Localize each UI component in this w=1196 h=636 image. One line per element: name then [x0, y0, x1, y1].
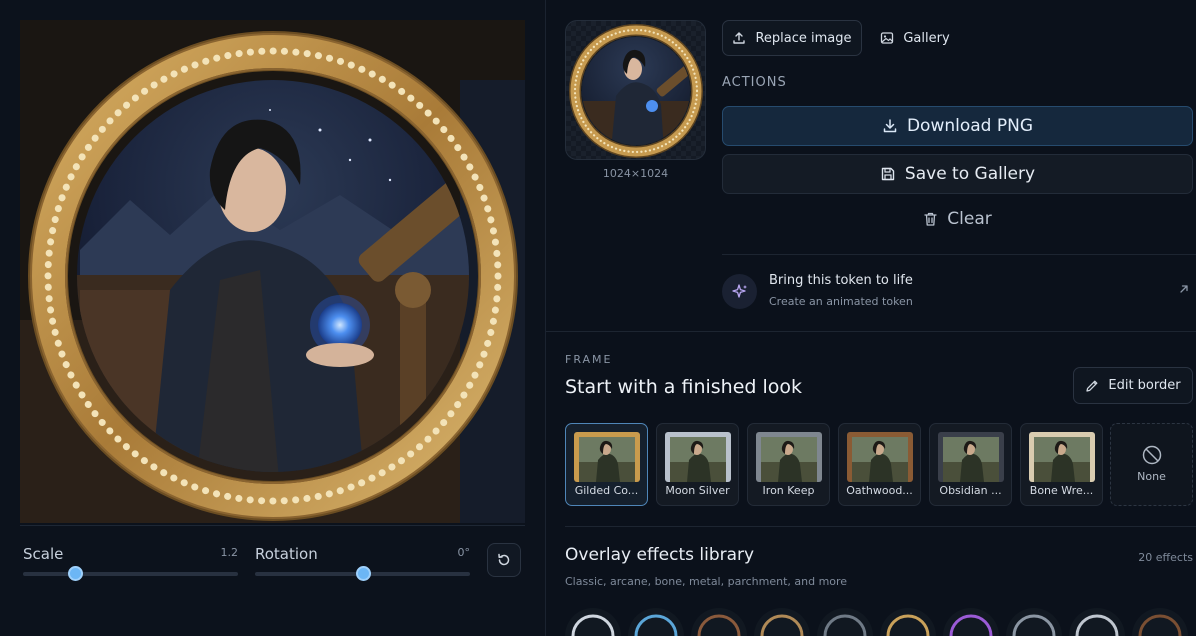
frame-preset-name: Moon Silver [665, 484, 730, 497]
overlay-effect-item[interactable] [565, 608, 621, 636]
overlay-effect-item[interactable] [1132, 608, 1188, 636]
overlay-effect-item[interactable] [1069, 608, 1125, 636]
canvas-divider [20, 525, 525, 526]
scale-slider-track[interactable] [23, 572, 238, 576]
frame-preset-card[interactable]: Gilded Co... [565, 423, 648, 506]
no-frame-icon [1142, 445, 1162, 465]
upload-icon [733, 32, 746, 44]
frame-preset-thumbnail [938, 432, 1004, 482]
overlay-effect-item[interactable] [943, 608, 999, 636]
download-png-button[interactable]: Download PNG [722, 106, 1193, 146]
frame-preset-thumbnail [665, 432, 731, 482]
actions-divider [722, 254, 1196, 255]
save-to-gallery-button[interactable]: Save to Gallery [722, 154, 1193, 194]
overlay-effect-item[interactable] [628, 608, 684, 636]
frame-preset-card[interactable]: Oathwood... [838, 423, 921, 506]
frame-preset-name: Iron Keep [762, 484, 815, 497]
token-canvas[interactable] [20, 20, 525, 523]
overlay-library-subtitle: Classic, arcane, bone, metal, parchment,… [565, 575, 848, 588]
panel-divider [545, 0, 546, 636]
clear-label: Clear [947, 209, 992, 229]
frame-preset-thumbnail [847, 432, 913, 482]
frame-preset-card[interactable]: Iron Keep [747, 423, 830, 506]
frame-caption: FRAME [565, 353, 613, 366]
scale-slider-thumb[interactable] [67, 566, 83, 581]
token-artwork [20, 20, 525, 523]
rotation-label: Rotation [255, 545, 318, 563]
frame-title: Start with a finished look [565, 376, 803, 398]
download-icon [883, 119, 897, 133]
download-png-label: Download PNG [906, 116, 1034, 136]
overlay-effect-count: 20 effects [1138, 551, 1193, 564]
frame-preset-name: Gilded Co... [574, 484, 639, 497]
preview-size-label: 1024×1024 [602, 167, 669, 180]
rotation-value: 0° [457, 546, 471, 559]
overlay-effect-item[interactable] [817, 608, 873, 636]
pencil-icon [1086, 380, 1098, 392]
animate-token-icon-wrap[interactable] [722, 274, 757, 309]
reset-rotation-button[interactable] [487, 543, 521, 577]
rotation-slider-thumb[interactable] [355, 566, 371, 581]
section-divider [546, 331, 1196, 332]
gallery-button[interactable]: Gallery [872, 20, 958, 56]
rotate-ccw-icon [498, 553, 510, 566]
edit-border-button[interactable]: Edit border [1073, 367, 1193, 404]
clear-button[interactable]: Clear [722, 201, 1193, 237]
frame-preset-name: Bone Wre... [1029, 484, 1094, 497]
animate-token-title[interactable]: Bring this token to life [769, 273, 913, 288]
frame-preset-name: Oathwood... [846, 484, 913, 497]
scale-label: Scale [23, 545, 64, 563]
frame-preset-name: Obsidian ... [939, 484, 1002, 497]
external-arrow-icon[interactable] [1178, 283, 1190, 295]
frame-preset-card[interactable]: Moon Silver [656, 423, 739, 506]
frame-preset-thumbnail [756, 432, 822, 482]
replace-image-label: Replace image [755, 30, 852, 46]
trash-icon [924, 212, 937, 226]
token-preview-image [569, 24, 703, 158]
frame-preset-thumbnail [1029, 432, 1095, 482]
sparkles-icon [731, 283, 747, 298]
gallery-label: Gallery [903, 30, 950, 46]
image-icon [881, 32, 894, 44]
animate-token-subtitle: Create an animated token [769, 295, 913, 308]
save-to-gallery-label: Save to Gallery [904, 164, 1036, 184]
overlay-effect-item[interactable] [754, 608, 810, 636]
frame-preset-thumbnail [574, 432, 640, 482]
scale-value: 1.2 [220, 546, 239, 559]
frame-preset-none[interactable]: None [1110, 423, 1193, 506]
replace-image-button[interactable]: Replace image [722, 20, 862, 56]
edit-border-label: Edit border [1108, 378, 1181, 393]
save-icon [881, 167, 895, 181]
overlay-effect-item[interactable] [880, 608, 936, 636]
overlay-effect-item[interactable] [691, 608, 747, 636]
overlay-effect-item[interactable] [1006, 608, 1062, 636]
frame-preset-card[interactable]: Obsidian ... [929, 423, 1012, 506]
actions-caption: ACTIONS [722, 75, 787, 90]
overlay-divider [565, 526, 1196, 527]
frame-none-label: None [1137, 470, 1166, 483]
frame-preset-card[interactable]: Bone Wre... [1020, 423, 1103, 506]
token-preview [565, 20, 706, 160]
overlay-library-title: Overlay effects library [565, 545, 755, 565]
